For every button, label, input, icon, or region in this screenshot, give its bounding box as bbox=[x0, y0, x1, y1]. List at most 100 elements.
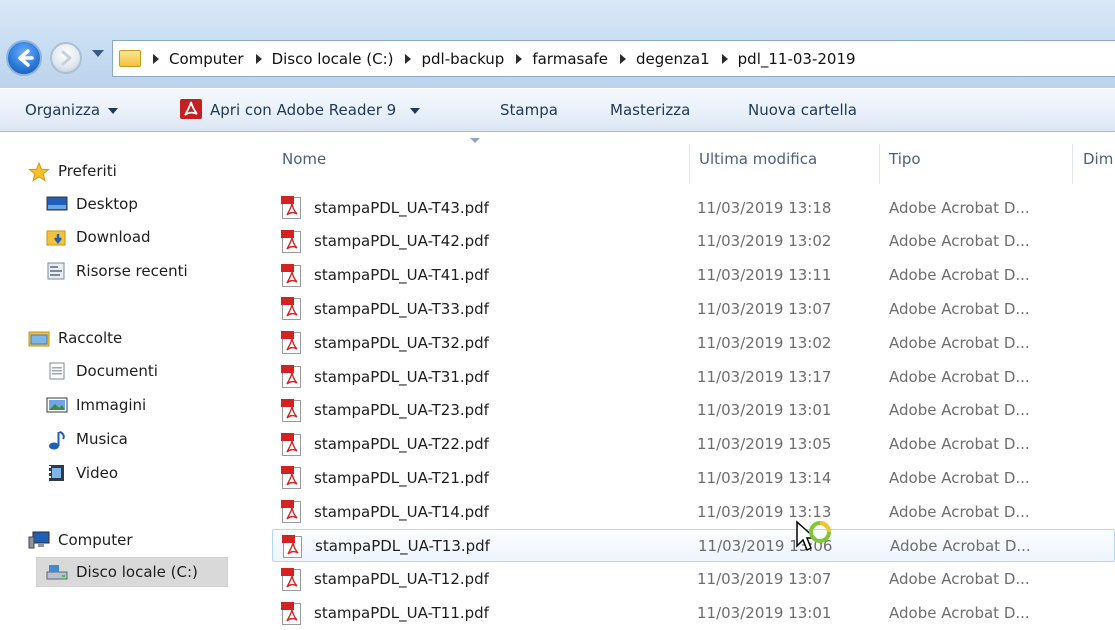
column-divider[interactable] bbox=[1072, 144, 1073, 184]
file-row[interactable]: stampaPDL_UA-T22.pdf 11/03/2019 13:05 Adob… bbox=[272, 428, 1115, 461]
file-modified: 11/03/2019 13:01 bbox=[697, 401, 832, 420]
organize-menu[interactable]: Organizza bbox=[25, 101, 119, 119]
nav-favorites[interactable]: Preferiti bbox=[28, 156, 117, 186]
file-modified: 11/03/2019 13:17 bbox=[697, 367, 832, 386]
chevron-down-icon bbox=[108, 107, 119, 114]
breadcrumb-label[interactable]: Computer bbox=[169, 50, 244, 68]
open-with-adobe-button[interactable]: Apri con Adobe Reader 9 bbox=[210, 101, 421, 119]
file-row[interactable]: stampaPDL_UA-T11.pdf 11/03/2019 13:01 Adob… bbox=[272, 597, 1115, 630]
nav-music[interactable]: Musica bbox=[46, 424, 128, 454]
file-row[interactable]: stampaPDL_UA-T13.pdf 11/03/2019 13:06 Adob… bbox=[272, 529, 1115, 562]
file-name[interactable]: stampaPDL_UA-T12.pdf bbox=[314, 570, 489, 588]
nav-computer[interactable]: Computer bbox=[28, 525, 133, 555]
file-row[interactable]: stampaPDL_UA-T14.pdf 11/03/2019 13:13 Adob… bbox=[272, 495, 1115, 528]
busy-cursor-icon bbox=[795, 520, 835, 564]
chevron-right-icon[interactable] bbox=[721, 53, 728, 64]
file-name[interactable]: stampaPDL_UA-T14.pdf bbox=[314, 503, 489, 521]
breadcrumb-item[interactable]: Disco locale (C:) bbox=[255, 50, 406, 68]
star-icon bbox=[28, 161, 50, 182]
column-divider[interactable] bbox=[879, 144, 880, 184]
file-name[interactable]: stampaPDL_UA-T11.pdf bbox=[314, 604, 489, 622]
nav-video[interactable]: Video bbox=[46, 458, 118, 488]
file-modified: 11/03/2019 13:02 bbox=[697, 232, 832, 251]
file-type: Adobe Acrobat D... bbox=[889, 401, 1030, 420]
nav-recent[interactable]: Risorse recenti bbox=[46, 256, 188, 286]
back-button[interactable] bbox=[6, 40, 42, 76]
chevron-right-icon[interactable] bbox=[153, 53, 159, 64]
column-divider[interactable] bbox=[689, 144, 690, 184]
chevron-down-icon bbox=[410, 107, 421, 114]
file-row[interactable]: stampaPDL_UA-T31.pdf 11/03/2019 13:17 Adob… bbox=[272, 360, 1115, 393]
breadcrumb-label[interactable]: degenza1 bbox=[636, 50, 710, 68]
address-breadcrumb[interactable]: Computer Disco locale (C:) pdl-backup farma… bbox=[112, 40, 1115, 77]
breadcrumb-label[interactable]: pdl_11-03-2019 bbox=[738, 50, 856, 68]
chevron-right-icon[interactable] bbox=[405, 53, 412, 64]
breadcrumb-item[interactable]: pdl-backup bbox=[405, 50, 516, 68]
file-name[interactable]: stampaPDL_UA-T42.pdf bbox=[314, 232, 489, 250]
file-name[interactable]: stampaPDL_UA-T33.pdf bbox=[314, 300, 489, 318]
column-name-header[interactable]: Nome bbox=[282, 150, 326, 168]
open-with-label: Apri con Adobe Reader 9 bbox=[210, 101, 397, 119]
breadcrumb-item[interactable]: farmasafe bbox=[516, 50, 620, 68]
file-name[interactable]: stampaPDL_UA-T23.pdf bbox=[314, 401, 489, 419]
local-disk-icon bbox=[46, 563, 68, 581]
file-row[interactable]: stampaPDL_UA-T42.pdf 11/03/2019 13:02 Adob… bbox=[272, 225, 1115, 258]
new-folder-button[interactable]: Nuova cartella bbox=[748, 101, 857, 119]
file-type: Adobe Acrobat D... bbox=[889, 367, 1030, 386]
file-row[interactable]: stampaPDL_UA-T43.pdf 11/03/2019 13:18 Adob… bbox=[272, 191, 1115, 224]
nav-libraries[interactable]: Raccolte bbox=[28, 323, 122, 353]
breadcrumb-label[interactable]: Disco locale (C:) bbox=[272, 50, 394, 68]
chevron-right-icon[interactable] bbox=[620, 53, 627, 64]
pdf-file-icon bbox=[281, 398, 301, 422]
file-name[interactable]: stampaPDL_UA-T43.pdf bbox=[314, 199, 489, 217]
nav-music-label: Musica bbox=[76, 430, 128, 448]
nav-desktop[interactable]: Desktop bbox=[46, 189, 138, 219]
nav-local-disk[interactable]: Disco locale (C:) bbox=[36, 557, 228, 587]
file-name[interactable]: stampaPDL_UA-T31.pdf bbox=[314, 368, 489, 386]
column-size-header[interactable]: Dim bbox=[1083, 150, 1113, 168]
file-type: Adobe Acrobat D... bbox=[889, 299, 1030, 318]
column-modified-header[interactable]: Ultima modifica bbox=[699, 150, 817, 168]
file-modified: 11/03/2019 13:13 bbox=[697, 502, 832, 521]
forward-button[interactable] bbox=[50, 42, 82, 74]
nav-documents-label: Documenti bbox=[76, 362, 158, 380]
pdf-file-icon bbox=[282, 535, 302, 558]
breadcrumb-item[interactable]: pdl_11-03-2019 bbox=[721, 50, 868, 68]
file-name[interactable]: stampaPDL_UA-T22.pdf bbox=[314, 435, 489, 453]
nav-download[interactable]: Download bbox=[46, 222, 151, 252]
column-type-header[interactable]: Tipo bbox=[889, 150, 921, 168]
file-name[interactable]: stampaPDL_UA-T13.pdf bbox=[315, 537, 490, 555]
video-icon bbox=[46, 464, 68, 482]
breadcrumb-item[interactable]: Computer bbox=[153, 50, 256, 68]
file-row[interactable]: stampaPDL_UA-T23.pdf 11/03/2019 13:01 Adob… bbox=[272, 394, 1115, 427]
navigation-buttons bbox=[6, 38, 124, 80]
nav-pictures[interactable]: Immagini bbox=[46, 390, 146, 420]
file-row[interactable]: stampaPDL_UA-T21.pdf 11/03/2019 13:14 Adob… bbox=[272, 461, 1115, 494]
file-row[interactable]: stampaPDL_UA-T33.pdf 11/03/2019 13:07 Adob… bbox=[272, 292, 1115, 325]
nav-recent-label: Risorse recenti bbox=[76, 262, 188, 280]
file-modified: 11/03/2019 13:02 bbox=[697, 333, 832, 352]
recent-pages-dropdown-icon[interactable] bbox=[92, 50, 104, 57]
file-row[interactable]: stampaPDL_UA-T32.pdf 11/03/2019 13:02 Adob… bbox=[272, 326, 1115, 359]
file-row[interactable]: stampaPDL_UA-T41.pdf 11/03/2019 13:11 Adob… bbox=[272, 259, 1115, 292]
nav-desktop-label: Desktop bbox=[76, 195, 138, 213]
file-name[interactable]: stampaPDL_UA-T32.pdf bbox=[314, 334, 489, 352]
music-note-icon bbox=[46, 430, 68, 450]
file-name[interactable]: stampaPDL_UA-T41.pdf bbox=[314, 266, 489, 284]
nav-download-label: Download bbox=[76, 228, 151, 246]
breadcrumb-label[interactable]: pdl-backup bbox=[421, 50, 504, 68]
breadcrumb-label[interactable]: farmasafe bbox=[532, 50, 608, 68]
pdf-file-icon bbox=[281, 365, 301, 388]
pdf-file-icon bbox=[281, 432, 301, 456]
print-button[interactable]: Stampa bbox=[500, 101, 558, 119]
nav-documents[interactable]: Documenti bbox=[46, 356, 158, 386]
chevron-right-icon[interactable] bbox=[516, 53, 523, 64]
file-modified: 11/03/2019 13:18 bbox=[697, 198, 832, 217]
address-bar-area: Computer Disco locale (C:) pdl-backup farma… bbox=[0, 0, 1115, 88]
chevron-right-icon[interactable] bbox=[255, 53, 262, 64]
file-row[interactable]: stampaPDL_UA-T12.pdf 11/03/2019 13:07 Adob… bbox=[272, 563, 1115, 596]
file-type: Adobe Acrobat D... bbox=[889, 570, 1030, 589]
burn-button[interactable]: Masterizza bbox=[610, 101, 690, 119]
file-name[interactable]: stampaPDL_UA-T21.pdf bbox=[314, 469, 489, 487]
breadcrumb-item[interactable]: degenza1 bbox=[620, 50, 722, 68]
